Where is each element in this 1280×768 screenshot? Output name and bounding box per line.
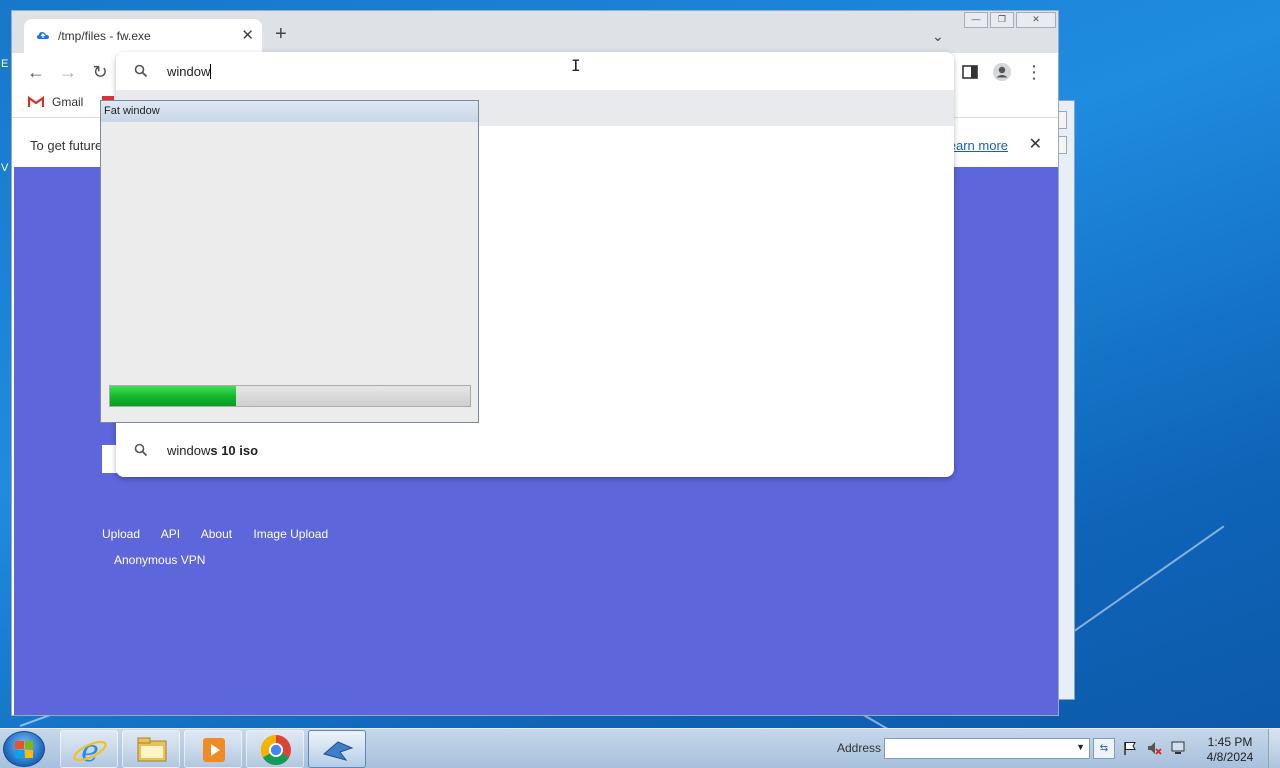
taskbar: e Address ▼ ⇆ 1:45 PM 4/8/2024 [0,728,1280,768]
maximize-button[interactable]: ❐ [990,12,1014,28]
desktop-streak [1059,525,1225,642]
taskbar-media-player[interactable] [184,730,242,768]
windows-logo-icon [15,741,33,758]
browser-menu-button[interactable]: ⋮ [1022,61,1046,85]
footer-link-about[interactable]: About [201,527,232,541]
volume-muted-icon[interactable] [1146,740,1162,756]
address-toolbar-label: Address [837,741,882,755]
progress-bar [109,385,471,407]
tab-title: /tmp/files - fw.exe [58,29,151,43]
ie-icon: e [73,734,107,768]
tab-close-icon[interactable]: ✕ [241,26,254,44]
fat-window-caption[interactable]: Fat window [101,101,478,122]
drive-icon [37,32,49,39]
app-icon [322,741,354,761]
bookmark-label: Gmail [52,95,84,109]
bookmark-gmail[interactable]: Gmail [28,95,83,109]
learn-more-link[interactable]: earn more [949,138,1008,153]
footer-link-upload[interactable]: Upload [102,527,140,541]
search-icon [134,64,148,78]
desktop-edge-text: V [1,162,9,174]
suggestion-completion: s 10 iso [210,443,259,458]
address-toolbar-input[interactable]: ▼ [884,738,1090,759]
side-panel-icon[interactable] [960,62,980,82]
close-window-button[interactable]: ✕ [1016,12,1056,28]
clock-time: 1:45 PM [1207,735,1253,749]
omnibox-suggestion[interactable]: windows 10 iso [116,432,954,468]
back-button[interactable]: ← [24,61,48,85]
suggestion-prefix: window [167,443,211,458]
info-bar-text: To get future [30,138,103,153]
progress-bar-fill [110,386,236,406]
suggestion-text: windows 10 iso [167,443,258,458]
footer-link-anonymous-vpn[interactable]: Anonymous VPN [114,553,205,567]
omnibox-query-text: window [167,64,211,79]
desktop-edge-text: E [1,58,9,70]
taskbar-internet-explorer[interactable]: e [60,730,118,768]
media-player-icon [203,738,225,762]
info-bar-close-icon[interactable]: ✕ [1029,134,1042,154]
minimize-button[interactable]: — [964,12,988,28]
mouse-cursor-ibeam: I [571,56,581,75]
explorer-icon [137,737,167,762]
start-button[interactable] [3,731,45,767]
footer-link-image-upload[interactable]: Image Upload [253,527,328,541]
text-caret [210,64,212,79]
clock-date: 4/8/2024 [1206,750,1254,764]
forward-button[interactable]: → [56,61,80,85]
omnibox-input[interactable]: window [116,52,954,90]
profile-icon[interactable] [992,62,1012,82]
fat-window-dialog[interactable]: Fat window [100,100,479,423]
gmail-icon [28,96,44,107]
svg-text:e: e [81,734,99,768]
chevron-down-icon[interactable]: ▼ [1076,742,1085,752]
tab-search-button[interactable]: ⌄ [932,28,944,45]
chrome-icon [260,735,291,766]
taskbar-active-app[interactable] [308,730,366,768]
footer-link-api[interactable]: API [161,527,180,541]
taskbar-chrome[interactable] [246,730,304,768]
search-icon [134,443,148,457]
taskbar-file-explorer[interactable] [122,730,180,768]
flag-icon[interactable] [1122,740,1138,756]
omnibox-query: window [167,64,212,79]
tab-strip: /tmp/files - fw.exe ✕ + ⌄ — ❐ ✕ [12,11,1058,53]
system-clock[interactable]: 1:45 PM 4/8/2024 [1200,735,1260,765]
new-tab-button[interactable]: + [275,24,287,44]
footer-links: Upload API About Image Upload [102,527,346,541]
reload-button[interactable]: ↻ [88,61,112,85]
browser-tab[interactable]: /tmp/files - fw.exe ✕ [24,19,262,53]
address-go-button[interactable]: ⇆ [1093,738,1115,759]
show-desktop-button[interactable] [1268,729,1280,768]
network-icon[interactable] [1170,740,1186,756]
